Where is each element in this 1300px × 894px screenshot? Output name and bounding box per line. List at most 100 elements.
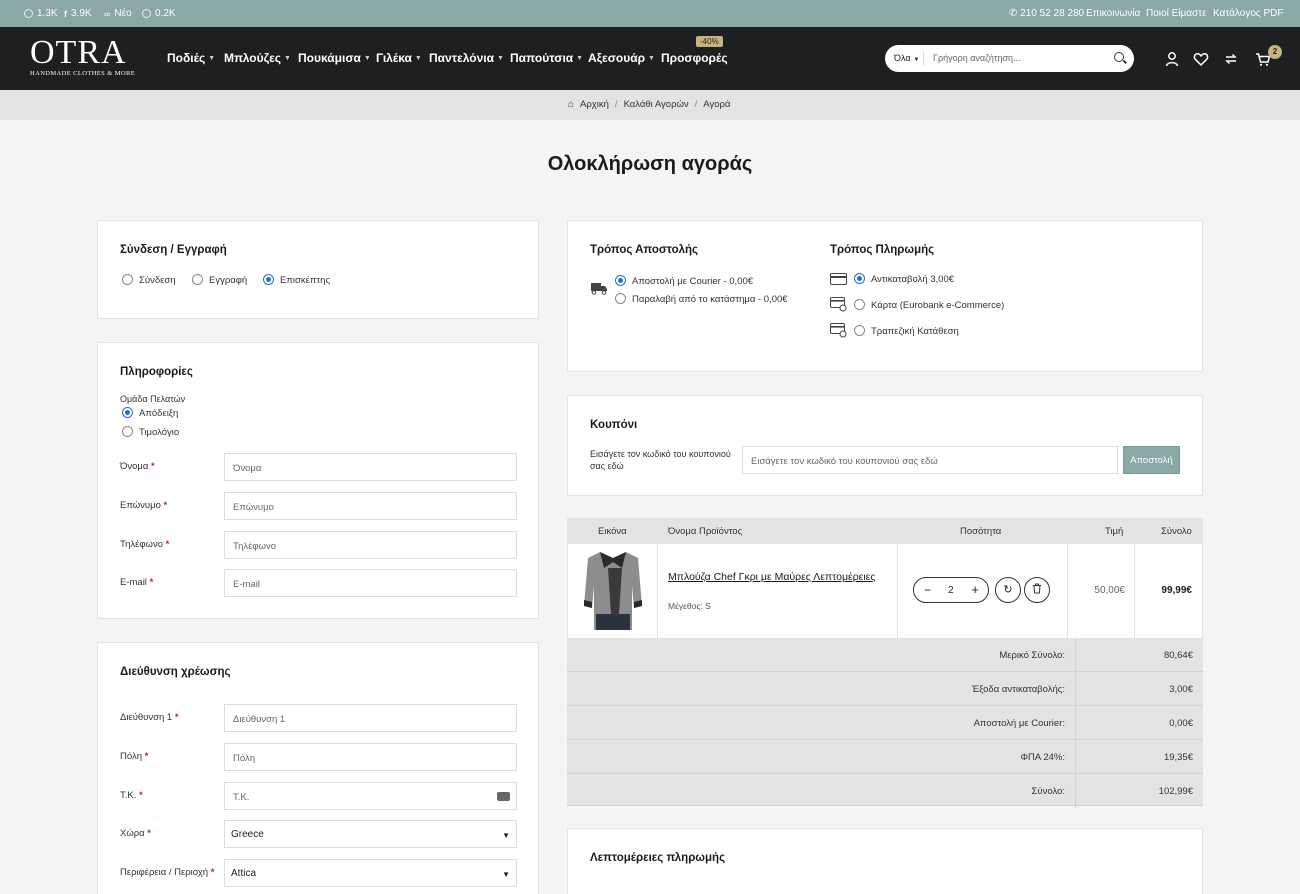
chevron-down-icon: ▼ bbox=[648, 55, 655, 62]
radio-button-selected[interactable] bbox=[263, 274, 274, 285]
chevron-down-icon: ▼ bbox=[576, 55, 584, 62]
coupon-submit-button[interactable]: Αποστολή bbox=[1123, 446, 1180, 474]
breadcrumb: ⌂ Αρχική / Καλάθι Αγορών / Αγορά bbox=[568, 99, 731, 110]
radio-button[interactable] bbox=[122, 426, 133, 437]
cart-count-badge: 2 bbox=[1268, 45, 1282, 59]
postcode-label: Τ.Κ. * bbox=[120, 790, 143, 801]
search-category-select[interactable]: Όλα ▼ bbox=[894, 53, 920, 63]
register-option[interactable]: Εγγραφή bbox=[192, 274, 247, 286]
card-option[interactable]: Κάρτα (Eurobank e-Commerce) bbox=[854, 299, 1004, 311]
email-field[interactable]: E-mail bbox=[224, 569, 517, 597]
vat-row: ΦΠΑ 24%: 19,35€ bbox=[567, 740, 1203, 774]
header-quantity: Ποσότητα bbox=[960, 526, 1002, 537]
chevron-down-icon: ▼ bbox=[208, 55, 216, 62]
guest-option[interactable]: Επισκέπτης bbox=[263, 274, 330, 286]
delete-button[interactable] bbox=[1024, 577, 1050, 603]
refresh-icon: ↻ bbox=[1003, 584, 1013, 596]
login-option[interactable]: Σύνδεση bbox=[122, 274, 176, 286]
pinterest-icon bbox=[142, 9, 151, 18]
instagram-stat[interactable]: 1.3K bbox=[24, 8, 58, 19]
facebook-stat[interactable]: f 3.9K bbox=[64, 8, 92, 19]
delivery-truck-icon bbox=[591, 283, 607, 295]
billing-title: Διεύθυνση χρέωσης bbox=[120, 666, 231, 678]
radio-button-selected[interactable] bbox=[122, 407, 133, 418]
region-label: Περιφέρεια / Περιοχή * bbox=[120, 867, 215, 878]
nav-shoes[interactable]: Παπούτσια ▼ bbox=[510, 51, 583, 65]
compare-icon[interactable] bbox=[1223, 51, 1239, 67]
nav-vests[interactable]: Γιλέκα ▼ bbox=[376, 51, 422, 65]
plus-icon[interactable]: + bbox=[971, 582, 979, 597]
chevron-down-icon: ▼ bbox=[913, 57, 920, 63]
table-row: Μπλούζα Chef Γκρι με Μαύρες Λεπτομέρειες… bbox=[568, 544, 1202, 639]
refresh-button[interactable]: ↻ bbox=[995, 577, 1021, 603]
radio-button[interactable] bbox=[192, 274, 203, 285]
phone-field[interactable]: Τηλέφωνο bbox=[224, 531, 517, 559]
country-select[interactable]: Greece ▼ bbox=[224, 820, 517, 848]
logo-tagline: HANDMADE CLOTHES & MORE bbox=[30, 70, 136, 77]
nav-offers[interactable]: Προσφορές bbox=[661, 51, 728, 65]
login-title: Σύνδεση / Εγγραφή bbox=[120, 244, 227, 256]
radio-button[interactable] bbox=[854, 299, 865, 310]
home-icon[interactable]: ⌂ bbox=[568, 99, 574, 110]
promo-badge: -40% bbox=[696, 36, 723, 47]
link-stat[interactable]: ∞ Νέο bbox=[104, 8, 132, 19]
coupon-input[interactable]: Εισάγετε τον κωδικό του κουπονιού σας εδ… bbox=[742, 446, 1118, 474]
radio-button[interactable] bbox=[854, 325, 865, 336]
header-price: Τιμή bbox=[1105, 526, 1124, 537]
nav-trousers[interactable]: Παντελόνια ▼ bbox=[429, 51, 504, 65]
payment-details-title: Λεπτομέρειες πληρωμής bbox=[590, 852, 726, 864]
city-field[interactable]: Πόλη bbox=[224, 743, 517, 771]
catalog-pdf-link[interactable]: Κατάλογος PDF bbox=[1213, 8, 1284, 19]
last-name-field[interactable]: Επώνυμο bbox=[224, 492, 517, 520]
shipping-title: Τρόπος Αποστολής bbox=[590, 244, 699, 256]
heart-icon[interactable] bbox=[1193, 51, 1209, 67]
page-title: Ολοκλήρωση αγοράς bbox=[547, 153, 753, 175]
phone-link[interactable]: ✆ 210 52 28 280 bbox=[1009, 8, 1084, 19]
bank-deposit-option[interactable]: Τραπεζική Κατάθεση bbox=[854, 325, 959, 337]
breadcrumb-cart[interactable]: Καλάθι Αγορών bbox=[624, 99, 689, 110]
cod-option[interactable]: Αντικαταβολή 3,00€ bbox=[854, 273, 954, 285]
search-icon[interactable] bbox=[1114, 52, 1124, 62]
radio-button-selected[interactable] bbox=[615, 275, 626, 286]
instagram-icon bbox=[24, 9, 33, 18]
user-icon[interactable] bbox=[1164, 51, 1180, 67]
receipt-option[interactable]: Απόδειξη bbox=[122, 407, 178, 419]
about-link[interactable]: Ποιοί Είμαστε bbox=[1146, 8, 1207, 19]
product-total: 99,99€ bbox=[1161, 585, 1192, 596]
breadcrumb-home[interactable]: Αρχική bbox=[580, 99, 609, 110]
nav-accessories[interactable]: Αξεσουάρ ▼ bbox=[588, 51, 655, 65]
top-bar: 1.3K f 3.9K ∞ Νέο 0.2K ✆ 210 52 28 280 Επι… bbox=[0, 0, 1300, 27]
header-product-name: Όνομα Προϊόντος bbox=[668, 526, 743, 537]
nav-button-shirts[interactable]: Πουκάμισα ▼ bbox=[298, 51, 371, 65]
courier-option[interactable]: Αποστολή με Courier - 0,00€ bbox=[615, 275, 753, 287]
search-input[interactable]: Γρήγορη αναζήτηση... bbox=[933, 53, 1021, 63]
coupon-title: Κουπόνι bbox=[590, 419, 638, 431]
first-name-field[interactable]: Όνομα bbox=[224, 453, 517, 481]
product-image[interactable] bbox=[582, 548, 644, 632]
logo[interactable]: OTRA HANDMADE CLOTHES & MORE bbox=[30, 36, 140, 78]
region-select[interactable]: Attica ▼ bbox=[224, 859, 517, 887]
main-header: OTRA HANDMADE CLOTHES & MORE Ποδιές ▼ Μπλ… bbox=[0, 27, 1300, 90]
product-option: Μέγεθος: S bbox=[668, 601, 711, 611]
product-price: 50,00€ bbox=[1094, 585, 1125, 596]
cod-fee-row: Έξοδα αντικαταβολής: 3,00€ bbox=[567, 672, 1203, 706]
contact-link[interactable]: Επικοινωνία bbox=[1086, 8, 1140, 19]
address-field[interactable]: Διεύθυνση 1 bbox=[224, 704, 517, 732]
chevron-down-icon: ▼ bbox=[497, 55, 504, 62]
invoice-option[interactable]: Τιμολόγιο bbox=[122, 426, 179, 438]
nav-shirts[interactable]: Μπλούζες ▼ bbox=[224, 51, 291, 65]
info-title: Πληροφορίες bbox=[120, 366, 193, 378]
product-name-link[interactable]: Μπλούζα Chef Γκρι με Μαύρες Λεπτομέρειες bbox=[668, 571, 875, 583]
radio-button[interactable] bbox=[122, 274, 133, 285]
phone-label: Τηλέφωνο * bbox=[120, 539, 170, 550]
radio-button[interactable] bbox=[615, 293, 626, 304]
minus-icon[interactable]: − bbox=[924, 583, 931, 597]
nav-aprons[interactable]: Ποδιές ▼ bbox=[167, 51, 215, 65]
pinterest-stat[interactable]: 0.2K bbox=[142, 8, 176, 19]
header-total: Σύνολο bbox=[1161, 526, 1192, 537]
quantity-value[interactable]: 2 bbox=[948, 585, 954, 596]
radio-button-selected[interactable] bbox=[854, 273, 865, 284]
store-pickup-option[interactable]: Παραλαβή από το κατάστημα - 0,00€ bbox=[615, 293, 788, 305]
shipping-payment-card: Τρόπος Αποστολής Αποστολή με Courier - 0… bbox=[567, 220, 1203, 372]
postcode-field[interactable]: Τ.Κ. bbox=[224, 782, 517, 810]
